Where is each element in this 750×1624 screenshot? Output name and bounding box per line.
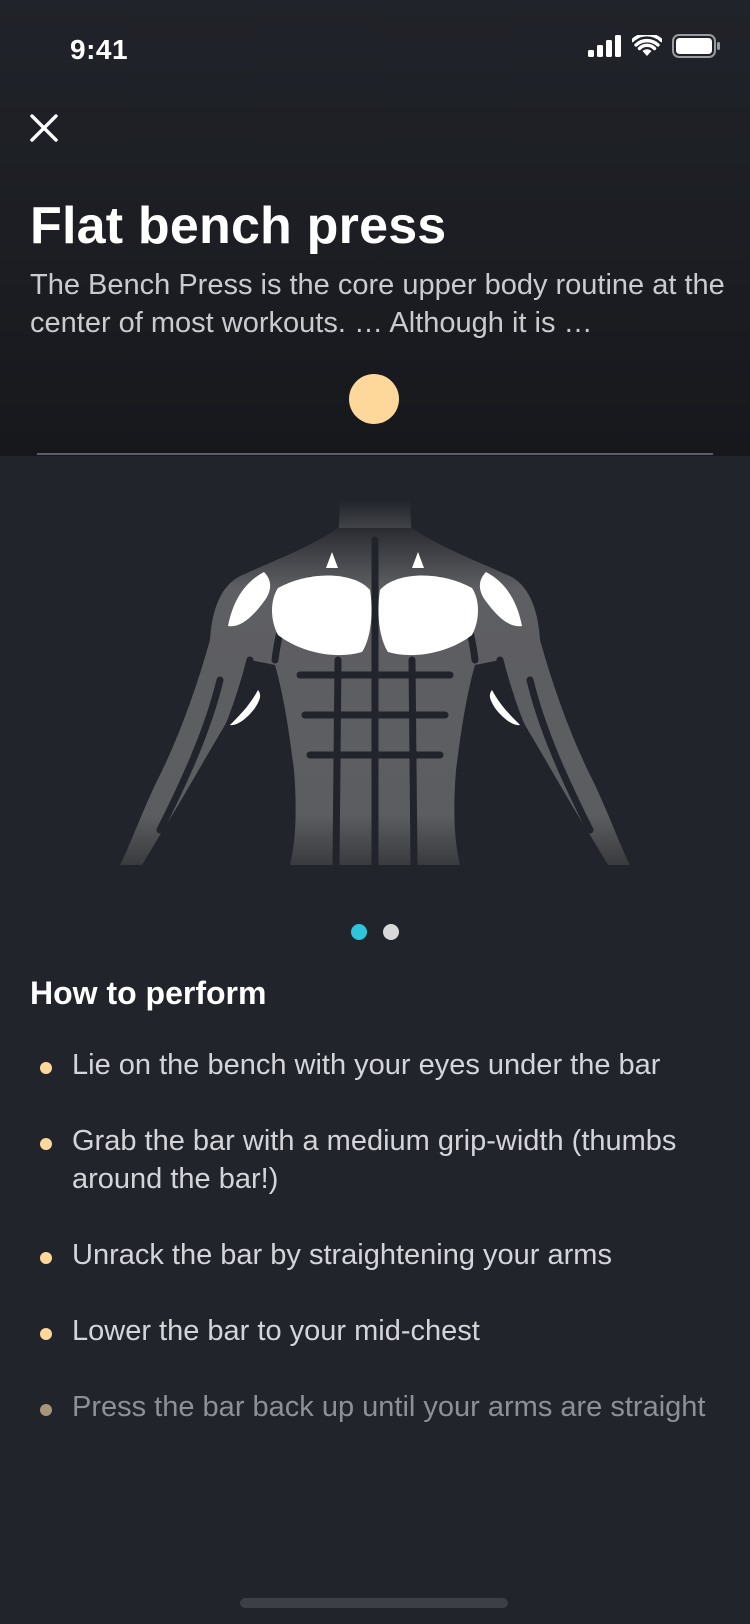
bullet-icon [40,1328,52,1340]
list-item: Lie on the bench with your eyes under th… [30,1046,730,1084]
how-to-title: How to perform [30,975,267,1011]
exercise-title: Flat bench press [30,197,447,255]
step-text: Press the bar back up until your arms ar… [72,1391,706,1423]
step-text: Lower the bar to your mid-chest [72,1315,480,1347]
bullet-icon [40,1062,52,1074]
pager-dot-active[interactable] [351,924,367,940]
slider-track[interactable] [37,453,713,455]
home-indicator[interactable] [240,1598,508,1608]
steps-list: Lie on the bench with your eyes under th… [30,1046,730,1426]
image-pager[interactable] [0,924,750,940]
slider-handle[interactable] [349,374,399,424]
status-icons [588,34,720,58]
exercise-header: 9:41 Flat bench press The Bench Press is… [0,0,750,456]
close-icon [30,114,58,142]
step-text: Unrack the bar by straightening your arm… [72,1239,612,1271]
battery-icon [672,34,720,58]
exercise-detail-screen: 9:41 Flat bench press The Bench Press is… [0,0,750,1624]
list-item: Lower the bar to your mid-chest [30,1312,730,1350]
list-item: Press the bar back up until your arms ar… [30,1388,730,1426]
step-text: Grab the bar with a medium grip-width (t… [72,1125,677,1195]
exercise-description: The Bench Press is the core upper body r… [30,269,725,339]
muscle-diagram-chest-icon [120,500,630,869]
bullet-icon [40,1138,52,1150]
cellular-signal-icon [588,35,621,57]
step-text: Lie on the bench with your eyes under th… [72,1049,661,1081]
bullet-icon [40,1404,52,1416]
wifi-icon [632,35,662,56]
status-bar: 9:41 [0,0,750,96]
list-item: Grab the bar with a medium grip-width (t… [30,1122,730,1198]
bullet-icon [40,1252,52,1264]
pager-dot[interactable] [383,924,399,940]
close-button[interactable] [24,108,64,148]
list-item: Unrack the bar by straightening your arm… [30,1236,730,1274]
status-time: 9:41 [70,34,129,65]
